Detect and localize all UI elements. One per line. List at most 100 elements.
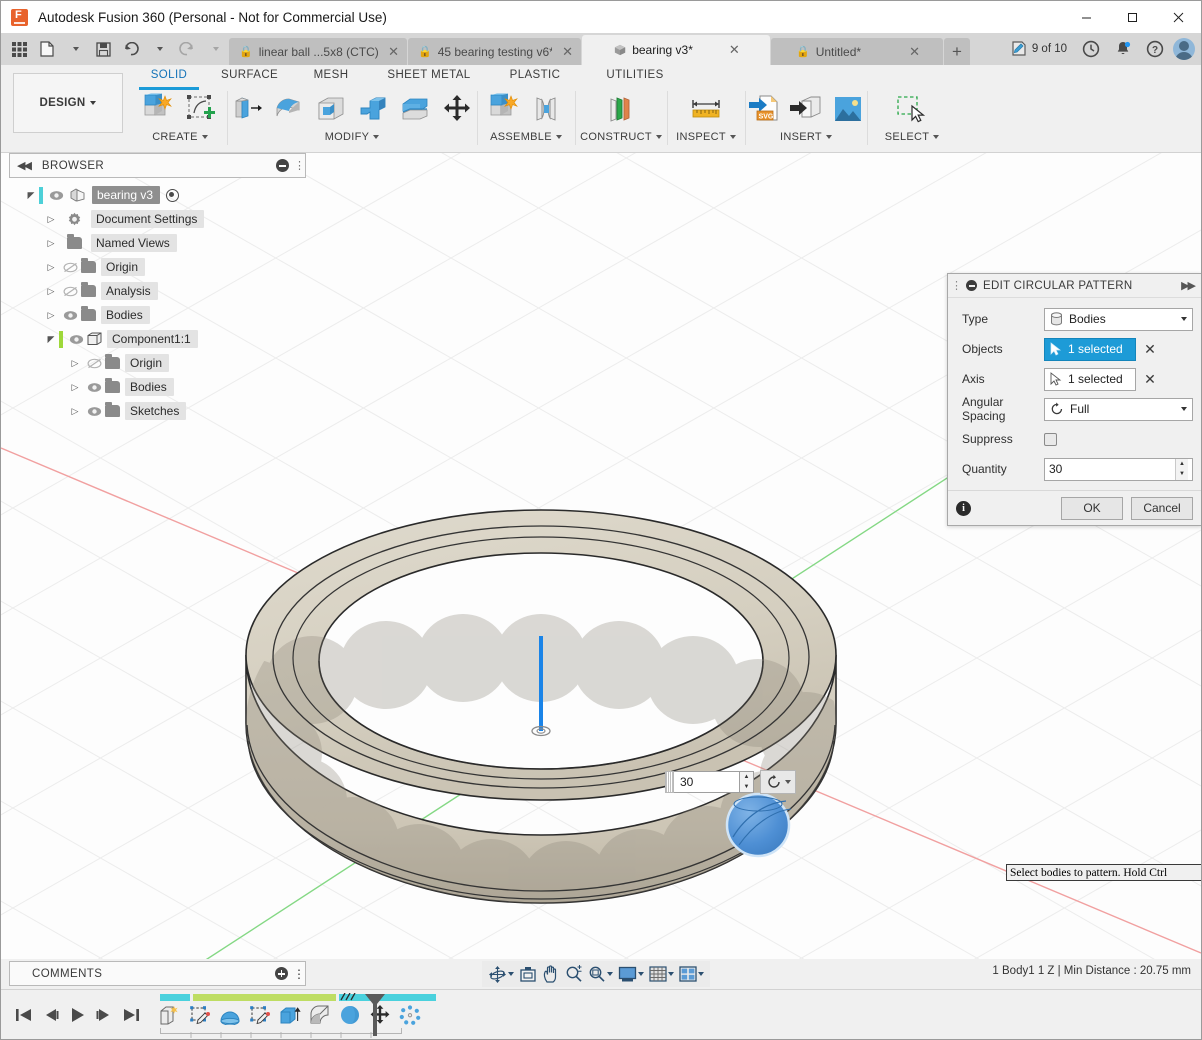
sphere-feature-icon[interactable] (338, 1003, 362, 1027)
look-at-icon[interactable] (517, 962, 539, 986)
expand-arrow[interactable]: ◤ (23, 190, 39, 201)
step-back-icon[interactable] (42, 1008, 59, 1022)
redo-icon[interactable] (173, 35, 201, 63)
press-pull-icon[interactable] (228, 90, 266, 128)
apps-grid-icon[interactable] (5, 35, 33, 63)
create-sketch-icon[interactable] (182, 90, 220, 128)
new-component-icon[interactable] (486, 90, 524, 128)
grid-snap-icon[interactable] (647, 962, 676, 986)
revolve-feature-icon[interactable] (218, 1003, 242, 1027)
select-window-icon[interactable] (893, 90, 931, 128)
minimize-icon[interactable] (276, 159, 289, 172)
expand-arrow[interactable]: ▷ (43, 238, 59, 249)
insert-mesh-icon[interactable] (787, 90, 825, 128)
insert-svg-icon[interactable]: SVG (745, 90, 783, 128)
visibility-icon[interactable] (83, 406, 105, 417)
undo-dropdown[interactable] (145, 35, 173, 63)
pattern-quantity-manipulator[interactable]: 30 ▲▼ (665, 770, 796, 794)
play-icon[interactable] (69, 1007, 86, 1023)
visibility-icon[interactable] (45, 190, 67, 201)
visibility-off-icon[interactable] (59, 262, 81, 273)
stepper-down[interactable]: ▼ (1176, 469, 1188, 480)
sketch-feature-icon[interactable] (188, 1003, 212, 1027)
quantity-inline-stepper[interactable]: ▲▼ (740, 771, 754, 793)
viewports-icon[interactable] (677, 962, 706, 986)
tab-utilities[interactable]: UTILITIES (581, 65, 689, 87)
tree-item-component-origin[interactable]: ▷ Origin (9, 351, 306, 375)
construct-plane-icon[interactable] (602, 90, 640, 128)
insert-image-icon[interactable] (829, 90, 867, 128)
go-to-end-icon[interactable] (123, 1008, 140, 1022)
expand-arrow[interactable]: ▷ (43, 262, 59, 273)
workspace-selector[interactable]: DESIGN (13, 73, 123, 133)
fillet-icon[interactable] (270, 90, 308, 128)
document-tab-2[interactable]: bearing v3* ✕ (582, 35, 770, 65)
new-document-icon[interactable] (33, 35, 61, 63)
add-comment-icon[interactable] (275, 967, 288, 980)
minimize-button[interactable] (1063, 1, 1109, 33)
user-avatar[interactable] (1173, 38, 1195, 60)
close-icon[interactable]: ✕ (558, 44, 573, 60)
help-icon[interactable]: ? (1141, 35, 1169, 63)
save-icon[interactable] (89, 35, 117, 63)
expand-arrow[interactable]: ▷ (67, 406, 83, 417)
tab-plastic[interactable]: PLASTIC (489, 65, 581, 87)
zoom-icon[interactable] (563, 962, 585, 986)
stepper-up[interactable]: ▲ (1176, 459, 1188, 470)
close-icon[interactable]: ✕ (725, 42, 740, 58)
go-to-beginning-icon[interactable] (15, 1008, 32, 1022)
notifications-bell-icon[interactable] (1109, 35, 1137, 63)
visibility-icon[interactable] (65, 334, 87, 345)
quantity-input[interactable]: 30 ▲▼ (1044, 458, 1193, 481)
quantity-stepper[interactable]: ▲▼ (1175, 459, 1188, 480)
type-dropdown[interactable]: Bodies (1044, 308, 1193, 331)
step-forward-icon[interactable] (96, 1008, 113, 1022)
combine-icon[interactable] (354, 90, 392, 128)
panel-create-label[interactable]: CREATE (152, 131, 208, 143)
angular-spacing-dropdown-inline[interactable] (760, 770, 796, 794)
panel-grip[interactable]: ⋮ (294, 159, 301, 172)
panel-modify-label[interactable]: MODIFY (325, 131, 380, 143)
cancel-button[interactable]: Cancel (1131, 497, 1193, 520)
panel-insert-label[interactable]: INSERT (780, 131, 832, 143)
fillet-feature-icon[interactable] (308, 1003, 332, 1027)
tab-surface[interactable]: SURFACE (205, 65, 293, 87)
document-tab-1[interactable]: 🔒 45 bearing testing v6* ✕ (408, 38, 581, 65)
visibility-off-icon[interactable] (83, 358, 105, 369)
tab-sheet-metal[interactable]: SHEET METAL (369, 65, 489, 87)
timeline-track[interactable] (158, 994, 388, 1036)
display-settings-icon[interactable] (616, 962, 646, 986)
close-icon[interactable]: ✕ (384, 44, 399, 60)
quantity-inline-input[interactable]: 30 (674, 771, 740, 793)
maximize-button[interactable] (1109, 1, 1155, 33)
visibility-icon[interactable] (83, 382, 105, 393)
panel-assemble-label[interactable]: ASSEMBLE (490, 131, 562, 143)
joint-icon[interactable] (528, 90, 566, 128)
dialog-header[interactable]: ⋮ EDIT CIRCULAR PATTERN ▶▶ (948, 274, 1201, 298)
expand-arrow[interactable]: ◤ (43, 334, 59, 345)
expand-arrow[interactable]: ▷ (43, 310, 59, 321)
sketch-feature-icon-2[interactable] (248, 1003, 272, 1027)
new-component-feature-icon[interactable] (158, 1003, 182, 1027)
orbit-icon[interactable] (486, 962, 516, 986)
close-button[interactable] (1155, 1, 1201, 33)
close-icon[interactable]: ✕ (905, 44, 920, 60)
expand-arrow[interactable]: ▷ (67, 358, 83, 369)
panel-construct-label[interactable]: CONSTRUCT (580, 131, 662, 143)
tree-item-component-sketches[interactable]: ▷ Sketches (9, 399, 306, 423)
tree-item-named-views[interactable]: ▷ Named Views (9, 231, 306, 255)
measure-icon[interactable] (687, 90, 725, 128)
create-solid-icon[interactable] (140, 90, 178, 128)
objects-select-button[interactable]: 1 selected (1044, 338, 1136, 361)
angular-spacing-dropdown[interactable]: Full (1044, 398, 1193, 421)
axis-select-button[interactable]: 1 selected (1044, 368, 1136, 391)
circular-pattern-feature-icon[interactable] (398, 1003, 422, 1027)
zoom-window-icon[interactable] (586, 962, 615, 986)
document-tab-0[interactable]: 🔒 linear ball ...5x8 (CTC) v2 ✕ (229, 38, 407, 65)
collapse-dialog-icon[interactable] (966, 280, 977, 291)
suppress-checkbox[interactable] (1044, 433, 1057, 446)
tree-item-component1[interactable]: ◤ Component1:1 (9, 327, 306, 351)
clear-axis-icon[interactable]: ✕ (1143, 371, 1157, 388)
tree-item-origin[interactable]: ▷ Origin (9, 255, 306, 279)
tree-item-bodies[interactable]: ▷ Bodies (9, 303, 306, 327)
